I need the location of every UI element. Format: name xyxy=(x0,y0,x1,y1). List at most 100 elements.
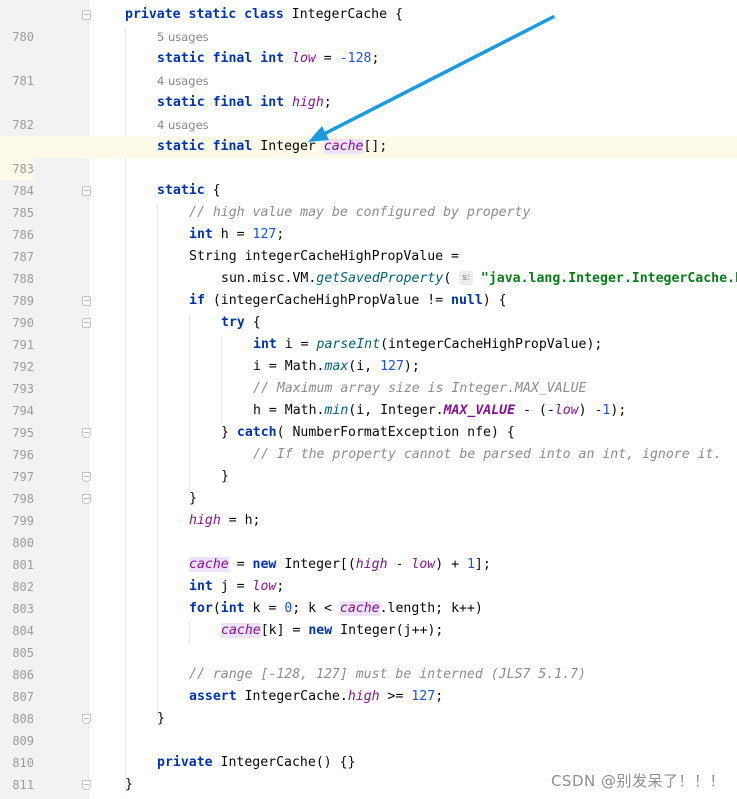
number-literal: 1 xyxy=(602,403,611,418)
method-name: parseInt xyxy=(316,337,381,352)
field-low: low xyxy=(292,51,316,66)
type-name: String xyxy=(189,249,237,264)
type-name: Integer xyxy=(284,557,340,572)
code-line[interactable]: 804 for(int k = 0; k < cache.length; k++… xyxy=(0,598,737,638)
keyword: static xyxy=(188,7,237,22)
fold-marker-icon[interactable] xyxy=(82,428,91,438)
code-line[interactable]: 789 sun.misc.VM.getSavedProperty( s: "ja… xyxy=(0,268,737,308)
type-name: Integer xyxy=(380,403,436,418)
code-line[interactable]: 796 } catch( NumberFormatException nfe) … xyxy=(0,422,737,462)
code-line[interactable]: 799 } xyxy=(0,488,737,528)
field-low: low xyxy=(411,557,436,572)
keyword: static xyxy=(157,95,205,110)
fold-marker-icon[interactable] xyxy=(82,780,91,790)
number-literal: 127 xyxy=(411,689,436,704)
code-line[interactable]: 790 if (integerCacheHighPropValue != nul… xyxy=(0,290,737,330)
code-editor[interactable]: 780 private static class IntegerCache { … xyxy=(0,0,737,799)
field-high: high xyxy=(347,689,380,704)
field-low: low xyxy=(554,403,579,418)
fold-marker-icon[interactable] xyxy=(82,714,91,724)
code-line[interactable]: 806 xyxy=(0,642,737,682)
code-line[interactable]: 787 int h = 127; xyxy=(0,224,737,264)
keyword: catch xyxy=(236,425,277,440)
field-cache: cache xyxy=(323,139,364,154)
field-high: high xyxy=(355,557,388,572)
usages-hint[interactable]: 5 usages xyxy=(157,26,209,48)
code-line[interactable]: 792 int i = parseInt(integerCacheHighPro… xyxy=(0,334,737,374)
keyword: static xyxy=(157,51,205,66)
watermark: CSDN @别发呆了！！！ xyxy=(550,772,725,790)
keyword: int xyxy=(189,227,213,242)
keyword: class xyxy=(244,7,284,22)
fold-marker-icon[interactable] xyxy=(82,296,91,306)
keyword: int xyxy=(189,579,213,594)
code-line[interactable]: 780 private static class IntegerCache { xyxy=(0,4,737,44)
method-name: max xyxy=(324,359,349,374)
field-high: high xyxy=(292,95,324,110)
class-name: IntegerCache xyxy=(220,755,316,770)
code-line[interactable]: 808 assert IntegerCache.high >= 127; xyxy=(0,686,737,726)
parameter-hint: s: xyxy=(459,271,473,285)
code-line[interactable]: 785 static { xyxy=(0,180,737,220)
code-line-current[interactable]: 783 static final Integer cache[]; xyxy=(0,136,737,180)
number-literal: -128 xyxy=(339,51,372,66)
code-line[interactable]: 798 } xyxy=(0,466,737,506)
usage-hint-line[interactable]: 4 usages xyxy=(0,70,737,92)
number-literal: 1 xyxy=(466,557,475,572)
keyword: int xyxy=(260,51,285,66)
code-line[interactable]: 794 // Maximum array size is Integer.MAX… xyxy=(0,378,737,418)
class-name: IntegerCache xyxy=(244,689,340,704)
comment: // Maximum array size is Integer.MAX_VAL… xyxy=(253,381,587,396)
code-line[interactable]: 795 h = Math.min(i, Integer.MAX_VALUE - … xyxy=(0,400,737,440)
comment: // If the property cannot be parsed into… xyxy=(253,447,722,462)
method-name: getSavedProperty xyxy=(316,271,444,286)
field-cache: cache xyxy=(221,623,261,638)
code-line[interactable]: 805 cache[k] = new Integer(j++); xyxy=(0,620,737,660)
class-name: IntegerCache xyxy=(291,7,388,22)
code-line[interactable]: 809 } xyxy=(0,708,737,748)
method-name: min xyxy=(324,403,349,418)
code-line[interactable]: 788 String integerCacheHighPropValue = xyxy=(0,246,737,286)
keyword: new xyxy=(252,557,277,572)
code-line[interactable]: 786 // high value may be configured by p… xyxy=(0,202,737,242)
usage-hint-line[interactable]: 4 usages xyxy=(0,114,737,136)
code-line[interactable]: 800 high = h; xyxy=(0,510,737,550)
number-literal: 127 xyxy=(380,359,404,374)
fold-marker-icon[interactable] xyxy=(82,318,91,328)
keyword: int xyxy=(260,95,285,110)
string-literal: "java.lang.Integer.IntegerCache.h xyxy=(480,271,737,286)
comment: // high value may be configured by prope… xyxy=(189,205,531,220)
code-line[interactable]: 784 xyxy=(0,158,737,198)
code-line[interactable]: 807 // range [-128, 127] must be interne… xyxy=(0,664,737,704)
keyword: private xyxy=(157,755,213,770)
code-line[interactable]: 803 int j = low; xyxy=(0,576,737,616)
keyword: if xyxy=(189,293,205,308)
type-name: Integer xyxy=(340,623,396,638)
comment: // range [-128, 127] must be interned (J… xyxy=(189,667,586,682)
field-low: low xyxy=(252,579,277,594)
usages-hint[interactable]: 4 usages xyxy=(157,114,209,136)
static-field: MAX_VALUE xyxy=(443,403,516,418)
fold-marker-icon[interactable] xyxy=(82,472,91,482)
code-line[interactable]: 802 cache = new Integer[(high - low) + 1… xyxy=(0,554,737,594)
code-line[interactable]: 782 static final int high; xyxy=(0,92,737,132)
field-cache: cache xyxy=(189,557,229,572)
keyword: int xyxy=(253,337,277,352)
usage-hint-line[interactable]: 5 usages xyxy=(0,26,737,48)
keyword: for xyxy=(189,601,213,616)
number-literal: 0 xyxy=(284,601,293,616)
keyword: final xyxy=(212,139,253,154)
code-line[interactable]: 797 // If the property cannot be parsed … xyxy=(0,444,737,484)
type-name: Integer xyxy=(260,139,316,154)
keyword: assert xyxy=(189,689,237,704)
code-line[interactable]: 791 try { xyxy=(0,312,737,352)
code-line[interactable]: 801 xyxy=(0,532,737,572)
code-line[interactable]: 781 static final int low = -128; xyxy=(0,48,737,88)
keyword: static xyxy=(157,139,205,154)
code-line[interactable]: 810 xyxy=(0,730,737,770)
code-line[interactable]: 793 i = Math.max(i, 127); xyxy=(0,356,737,396)
fold-marker-icon[interactable] xyxy=(82,10,91,20)
fold-marker-icon[interactable] xyxy=(82,494,91,504)
fold-marker-icon[interactable] xyxy=(82,186,91,196)
usages-hint[interactable]: 4 usages xyxy=(157,70,209,92)
